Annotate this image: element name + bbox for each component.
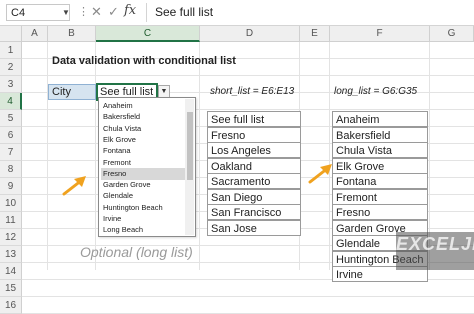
dropdown-item[interactable]: Huntington Beach [101,202,185,214]
arrow-icon [308,164,332,184]
row-header-15[interactable]: 15 [0,280,22,297]
column-header-f[interactable]: F [330,26,430,42]
column-header-d[interactable]: D [200,26,300,42]
grid-line [199,42,200,270]
row-header-12[interactable]: 12 [0,229,22,246]
more-icon: ⋮ [78,6,89,18]
dropdown-item[interactable]: Chula Vista [101,123,185,135]
long-list-cell[interactable]: Anaheim [332,111,428,127]
enter-icon[interactable]: ✓ [108,4,119,20]
long-list-cell[interactable]: Bakersfield [332,126,428,143]
sheet-title: Data validation with conditional list [52,55,236,67]
formula-input[interactable]: See full list [146,3,474,22]
row-header-16[interactable]: 16 [0,297,22,314]
validation-dropdown[interactable]: Anaheim Bakersfield Chula Vista Elk Grove Fo… [98,97,196,237]
grid-line [22,109,474,110]
long-list-cell[interactable]: Chula Vista [332,142,428,158]
arrow-icon [62,176,86,196]
short-list-cell[interactable]: San Jose [207,219,301,236]
row-header-7[interactable]: 7 [0,144,22,161]
long-list-cell[interactable]: Fontana [332,173,428,189]
row-header-8[interactable]: 8 [0,161,22,178]
short-list-cell[interactable]: Oakland [207,157,301,174]
row-header-4[interactable]: 4 [0,93,22,110]
short-list-cell[interactable]: Sacramento [207,173,301,189]
dropdown-item[interactable]: Fremont [101,157,185,169]
short-list-cell[interactable]: Fresno [207,126,301,143]
dropdown-item[interactable]: Anaheim [101,100,185,112]
row-header-13[interactable]: 13 [0,246,22,263]
insert-function-icon[interactable]: fx [124,3,136,18]
row-header-14[interactable]: 14 [0,263,22,280]
dropdown-item[interactable]: Long Beach [101,224,185,236]
grid-line [22,296,474,297]
formula-bar: C4 ▼ ⋮ ✕ ✓ fx See full list [0,0,474,26]
short-list-cell[interactable]: San Diego [207,188,301,205]
select-all-corner[interactable] [0,26,22,42]
long-list-cell[interactable]: Fremont [332,188,428,205]
cancel-icon[interactable]: ✕ [91,4,102,20]
long-list-label: long_list = G6:G35 [334,86,418,97]
column-header-e[interactable]: E [300,26,330,42]
row-header-11[interactable]: 11 [0,212,22,229]
row-header-5[interactable]: 5 [0,110,22,127]
dropdown-item[interactable]: Garden Grove [101,179,185,191]
dropdown-scroll-thumb[interactable] [187,112,193,180]
short-list-cell[interactable]: San Francisco [207,204,301,220]
watermark-text: EXCELJET [396,234,474,254]
column-header-g[interactable]: G [430,26,474,42]
row-header-1[interactable]: 1 [0,42,22,59]
row-header-2[interactable]: 2 [0,59,22,76]
dropdown-item[interactable]: Fresno [101,167,185,180]
city-label: City [48,84,96,100]
short-list-cell[interactable]: Los Angeles [207,142,301,158]
long-list-cell[interactable]: Fresno [332,204,428,220]
dropdown-item[interactable]: Bakersfield [101,111,185,123]
short-list-label: short_list = E6:E13 [210,86,295,97]
row-header-6[interactable]: 6 [0,127,22,144]
row-header-9[interactable]: 9 [0,178,22,195]
dropdown-item[interactable]: Glendale [101,190,185,202]
grid-line [47,42,48,270]
grid-line [329,42,330,270]
optional-note: Optional (long list) [80,244,193,260]
column-header-a[interactable]: A [22,26,48,42]
column-header-b[interactable]: B [48,26,96,42]
grid-line [22,75,474,76]
short-list-cell[interactable]: See full list [207,111,301,127]
row-header-3[interactable]: 3 [0,76,22,93]
dropdown-item[interactable]: Irvine [101,213,185,225]
chevron-down-icon[interactable]: ▼ [62,4,70,21]
dropdown-item[interactable]: Elk Grove [101,134,185,146]
column-header-c[interactable]: C [96,26,200,42]
row-header-10[interactable]: 10 [0,195,22,212]
name-box[interactable]: C4 [6,4,70,21]
long-list-cell[interactable]: Elk Grove [332,157,428,174]
grid-line [95,42,96,270]
dropdown-item[interactable]: Fontana [101,145,185,157]
